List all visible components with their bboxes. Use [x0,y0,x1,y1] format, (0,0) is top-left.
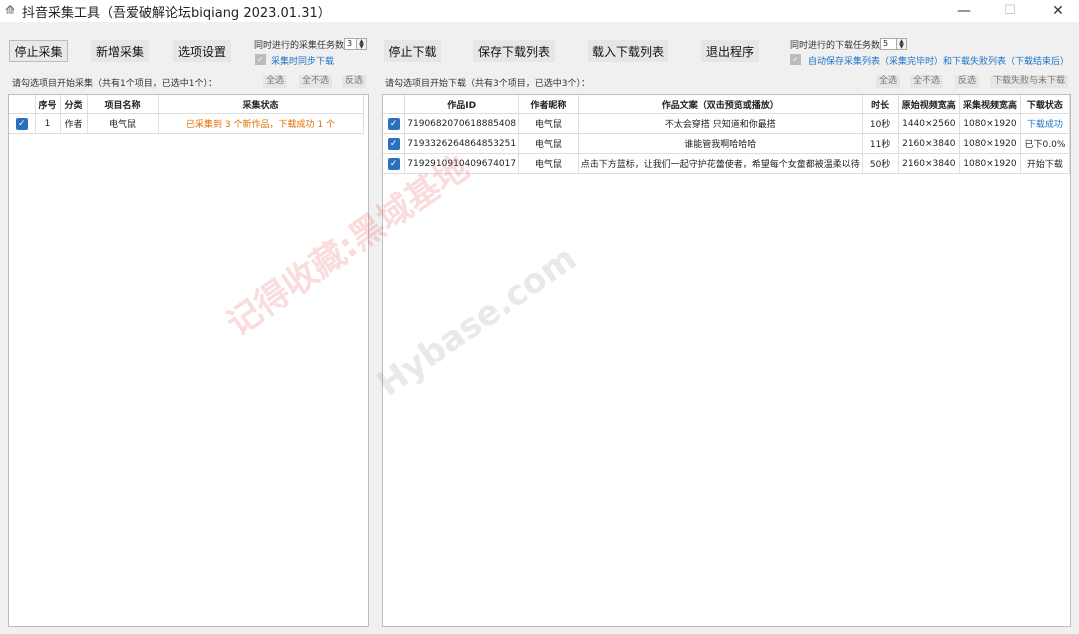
table-row[interactable]: ✓ 1 作者 电气鼠 已采集到 3 个新作品，下载成功 1 个 [9,113,364,134]
column-header[interactable]: 项目名称 [87,95,159,114]
sync-download-checkbox[interactable]: ✓ [255,54,266,65]
download-concurrency-spinner[interactable]: 5 ▲ ▼ [880,38,907,50]
row-duration: 10秒 [862,113,899,134]
sync-download-label: 采集时同步下载 [271,57,335,67]
row-checkbox[interactable]: ✓ [387,137,400,150]
row-author: 电气鼠 [518,133,579,154]
exit-button[interactable]: 退出程序 [701,40,759,62]
collect-table: 序号 分类 项目名称 采集状态 ✓ 1 作者 电气鼠 已采集到 3 个新作品，下… [9,95,364,134]
download-list-panel[interactable]: 作品ID 作者昵称 作品文案（双击预览或播放） 时长 原始视频宽高 采集视频宽高… [382,94,1071,627]
row-orig-size: 2160×3840 [898,133,961,154]
title-bar: ⟰ 抖音采集工具（吾爱破解论坛biqiang 2023.01.31） — ☐ ✕ [0,0,1079,22]
download-concurrency-label: 同时进行的下载任务数 [790,41,881,51]
row-coll-size: 1080×1920 [959,113,1021,134]
left-invert-button[interactable]: 反选 [342,75,367,88]
maximize-button[interactable]: ☐ [987,0,1033,22]
row-duration: 50秒 [862,153,899,174]
table-row[interactable]: ✓ 7190682070618885408 电气鼠 不太会穿搭 只知道和你最搭 … [383,113,1070,134]
collect-concurrency-spinner[interactable]: 3 ▲ ▼ [344,38,367,50]
row-caption: 点击下方蓝标，让我们一起守护花蕾使者，希望每个女童都被温柔以待 [578,153,863,174]
collect-table-header: 序号 分类 项目名称 采集状态 [9,95,364,114]
row-author: 电气鼠 [518,153,579,174]
add-collect-button[interactable]: 新增采集 [91,40,149,62]
column-header[interactable]: 采集视频宽高 [959,95,1021,114]
right-select-all-button[interactable]: 全选 [876,75,901,88]
download-concurrency-value: 5 [883,39,889,48]
row-status: 下载成功 [1020,113,1070,134]
row-coll-size: 1080×1920 [959,133,1021,154]
column-header[interactable]: 序号 [35,95,61,114]
load-download-list-button[interactable]: 载入下载列表 [588,40,668,62]
row-coll-size: 1080×1920 [959,153,1021,174]
stop-collect-button[interactable]: 停止采集 [9,40,68,62]
column-header-check[interactable] [9,95,36,114]
row-id: 7193326264864853251 [404,133,520,154]
right-select-none-button[interactable]: 全不选 [910,75,944,88]
minimize-button[interactable]: — [941,0,987,22]
collect-concurrency-value: 3 [347,39,353,48]
left-select-all-button[interactable]: 全选 [263,75,288,88]
row-status: 开始下载 [1020,153,1070,174]
close-button[interactable]: ✕ [1035,0,1079,22]
save-download-list-button[interactable]: 保存下载列表 [473,40,555,62]
spinner-arrows-icon[interactable]: ▲ ▼ [356,39,366,50]
spinner-arrows-icon[interactable]: ▲ ▼ [896,39,906,50]
collect-list-panel[interactable]: 序号 分类 项目名称 采集状态 ✓ 1 作者 电气鼠 已采集到 3 个新作品，下… [8,94,369,627]
column-header[interactable]: 时长 [862,95,899,114]
options-button[interactable]: 选项设置 [173,40,231,62]
autosave-checkbox[interactable]: ✓ [790,54,801,65]
row-checkbox[interactable]: ✓ [15,117,28,130]
column-header[interactable]: 采集状态 [158,95,364,114]
column-header[interactable]: 分类 [60,95,88,114]
right-invert-button[interactable]: 反选 [955,75,980,88]
row-id: 7190682070618885408 [404,113,520,134]
stop-download-button[interactable]: 停止下载 [384,40,441,62]
row-author: 电气鼠 [518,113,579,134]
row-category: 作者 [60,113,88,134]
row-status: 已下0.0% [1020,133,1070,154]
left-select-none-button[interactable]: 全不选 [299,75,333,88]
column-header[interactable]: 下载状态 [1020,95,1070,114]
column-header-check[interactable] [383,95,406,114]
download-table: 作品ID 作者昵称 作品文案（双击预览或播放） 时长 原始视频宽高 采集视频宽高… [383,95,1070,174]
table-row[interactable]: ✓ 7192910910409674017 电气鼠 点击下方蓝标，让我们一起守护… [383,153,1070,174]
row-status: 已采集到 3 个新作品，下载成功 1 个 [158,113,364,134]
autosave-label: 自动保存采集列表（采集完毕时）和下载失败列表（下载结束后） [808,57,1070,67]
row-duration: 11秒 [862,133,899,154]
left-hint: 请勾选项目开始采集（共有1个项目，已选中1个）： [12,79,217,89]
row-checkbox[interactable]: ✓ [387,157,400,170]
collect-concurrency-label: 同时进行的采集任务数 [254,41,345,51]
app-icon: ⟰ [5,3,16,17]
column-header[interactable]: 原始视频宽高 [898,95,961,114]
window-title: 抖音采集工具（吾爱破解论坛biqiang 2023.01.31） [22,6,331,21]
right-hint: 请勾选项目开始下载（共有3个项目，已选中3个）： [385,79,590,89]
row-orig-size: 1440×2560 [898,113,961,134]
row-checkbox[interactable]: ✓ [387,117,400,130]
column-header[interactable]: 作者昵称 [518,95,579,114]
row-caption: 不太会穿搭 只知道和你最搭 [578,113,863,134]
row-index: 1 [35,113,61,134]
column-header[interactable]: 作品文案（双击预览或播放） [578,95,863,114]
row-name: 电气鼠 [87,113,159,134]
right-fail-unfinished-button[interactable]: 下载失败与未下载 [990,75,1069,88]
row-caption: 谁能管我啊哈哈哈 [578,133,863,154]
row-id: 7192910910409674017 [404,153,520,174]
table-row[interactable]: ✓ 7193326264864853251 电气鼠 谁能管我啊哈哈哈 11秒 2… [383,133,1070,154]
row-orig-size: 2160×3840 [898,153,961,174]
column-header[interactable]: 作品ID [404,95,520,114]
download-table-header: 作品ID 作者昵称 作品文案（双击预览或播放） 时长 原始视频宽高 采集视频宽高… [383,95,1070,114]
